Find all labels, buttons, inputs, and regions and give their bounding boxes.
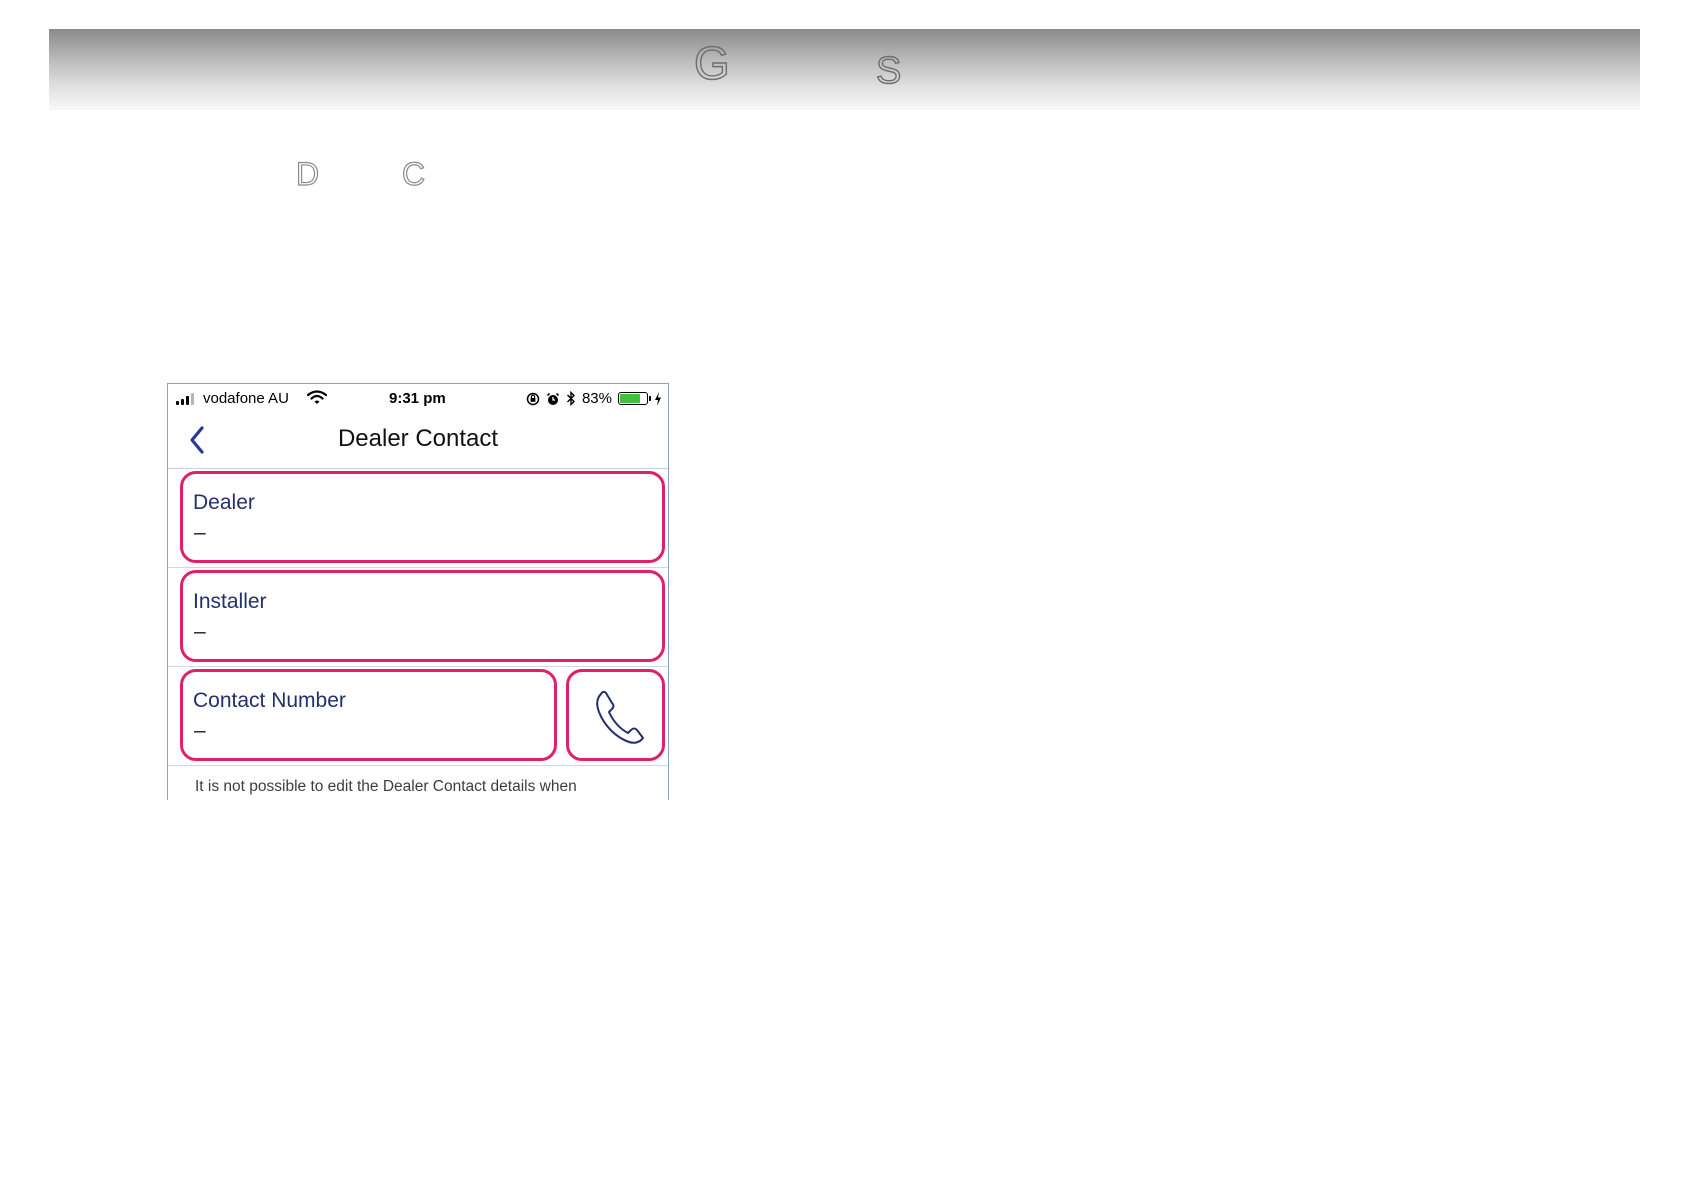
contact-number-label: Contact Number <box>193 689 346 712</box>
wifi-icon <box>307 390 327 404</box>
dealer-highlight <box>180 471 665 563</box>
contact-number-highlight <box>180 669 557 761</box>
section-heading-letter-2: C <box>401 156 426 192</box>
dealer-row: Dealer – <box>168 469 668 568</box>
installer-row: Installer – <box>168 568 668 667</box>
battery-level <box>620 394 640 403</box>
carrier-name: vodafone AU <box>203 390 289 407</box>
phone-screenshot: vodafone AU 9:31 pm 83% Dealer Contact D… <box>167 383 669 800</box>
contact-number-value: – <box>194 719 206 742</box>
call-button[interactable] <box>566 669 665 761</box>
status-bar: vodafone AU 9:31 pm 83% <box>168 384 668 412</box>
contact-number-row: Contact Number – <box>168 667 668 766</box>
manual-page: G S D C vodafone AU 9:31 pm 83% Dealer C… <box>0 0 1684 1190</box>
header-letter-2: S <box>875 50 902 92</box>
dealer-value: – <box>194 521 206 544</box>
status-right-group: 83% <box>526 390 662 407</box>
battery-percent: 83% <box>581 390 612 407</box>
header-letter-1: G <box>693 37 730 89</box>
orientation-lock-icon <box>526 392 540 405</box>
screen-title: Dealer Contact <box>337 425 499 452</box>
status-time: 9:31 pm <box>389 390 446 407</box>
signal-icon <box>176 393 200 405</box>
dealer-label: Dealer <box>193 491 255 514</box>
charging-icon <box>655 391 661 406</box>
installer-highlight <box>180 570 665 662</box>
navigation-bar: Dealer Contact <box>168 412 668 469</box>
bluetooth-icon <box>566 391 575 406</box>
footer-note: It is not possible to edit the Dealer Co… <box>195 778 577 795</box>
installer-value: – <box>194 620 206 643</box>
installer-label: Installer <box>193 590 267 613</box>
battery-icon <box>618 392 651 405</box>
section-heading-letter-1: D <box>295 156 320 192</box>
phone-icon <box>596 690 644 744</box>
alarm-icon <box>546 392 560 405</box>
page-header-band <box>49 29 1640 110</box>
